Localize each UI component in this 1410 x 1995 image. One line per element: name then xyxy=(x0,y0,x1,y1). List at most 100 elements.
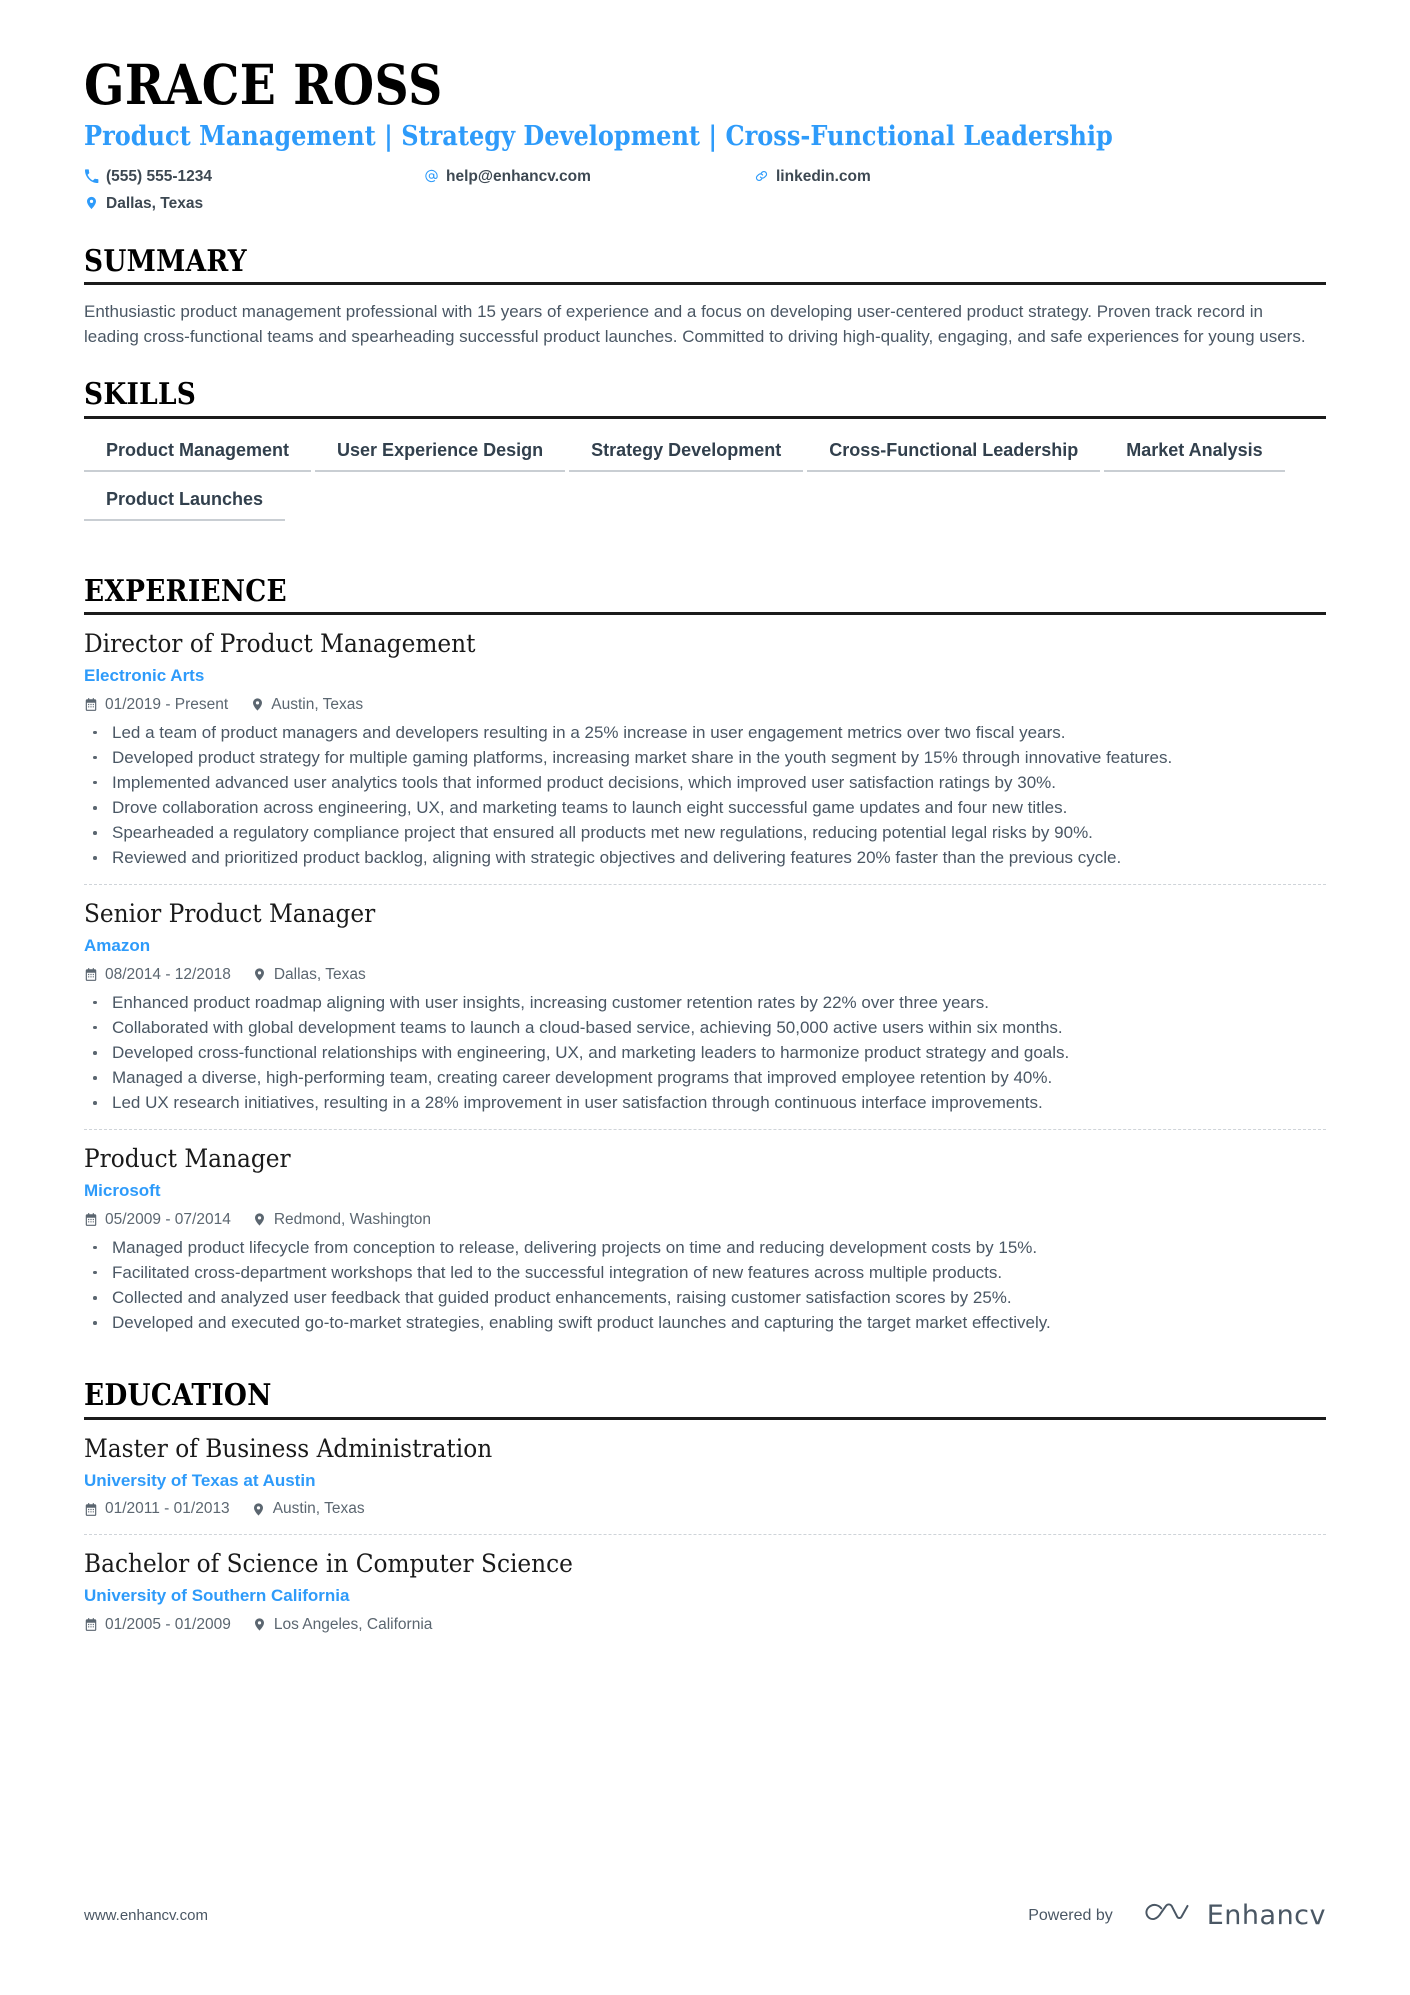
entry-meta: 08/2014 - 12/2018 Dallas, Texas xyxy=(84,966,1326,984)
contact-website-text: linkedin.com xyxy=(776,167,871,185)
powered-by-label: Powered by xyxy=(1028,1906,1113,1924)
skill-chip: Market Analysis xyxy=(1104,437,1285,472)
entry-location: Los Angeles, California xyxy=(253,1615,433,1634)
skill-chip: Cross-Functional Leadership xyxy=(807,437,1101,472)
summary-section-title: SUMMARY xyxy=(84,243,247,279)
skills-section-title: SKILLS xyxy=(84,377,197,413)
enhancv-brand: Enhancv xyxy=(1135,1898,1326,1933)
entry-location-text: Austin, Texas xyxy=(271,695,364,713)
school-name[interactable]: University of Texas at Austin xyxy=(84,1471,1326,1491)
calendar-icon xyxy=(84,1212,98,1227)
entry-meta: 01/2011 - 01/2013 Austin, Texas xyxy=(84,1500,1326,1518)
resume-page: GRACE ROSS Product Management | Strategy… xyxy=(0,0,1410,1995)
resume-header: GRACE ROSS Product Management | Strategy… xyxy=(84,56,1326,217)
contact-details: (555) 555-1234 help@enhancv.com linkedin… xyxy=(84,163,1326,217)
map-pin-icon xyxy=(250,697,264,712)
job-bullets: Enhanced product roadmap aligning with u… xyxy=(84,991,1326,1116)
job-title: Director of Product Management xyxy=(84,629,476,659)
skill-chip: Strategy Development xyxy=(569,437,804,472)
section-divider xyxy=(84,415,1326,419)
page-footer: www.enhancv.com Powered by Enhancv xyxy=(84,1898,1326,1933)
skill-chip: Product Management xyxy=(84,437,312,472)
job-bullet: Managed product lifecycle from conceptio… xyxy=(84,1236,1324,1260)
job-bullet: Drove collaboration across engineering, … xyxy=(84,796,1324,820)
phone-icon xyxy=(84,168,99,184)
job-bullet: Implemented advanced user analytics tool… xyxy=(84,771,1324,795)
experience-entry: Product Manager Microsoft 05/2009 - 07/201… xyxy=(84,1129,1326,1335)
calendar-icon xyxy=(84,967,98,982)
contact-row-secondary: Dallas, Texas xyxy=(84,190,1326,217)
calendar-icon xyxy=(84,1617,98,1632)
map-pin-icon xyxy=(253,967,267,982)
job-bullets: Led a team of product managers and devel… xyxy=(84,721,1326,871)
job-title: Senior Product Manager xyxy=(84,899,376,929)
education-entry: Master of Business Administration Univers… xyxy=(84,1420,1326,1518)
map-pin-icon xyxy=(253,1212,267,1227)
skill-chip: User Experience Design xyxy=(315,437,566,472)
enhancv-brand-name: Enhancv xyxy=(1206,1900,1326,1931)
map-pin-icon xyxy=(252,1502,266,1517)
entry-location: Austin, Texas xyxy=(252,1500,365,1518)
contact-website[interactable]: linkedin.com xyxy=(754,163,871,190)
education-entries: Master of Business Administration Univers… xyxy=(84,1420,1326,1634)
experience-entry: Director of Product Management Electronic… xyxy=(84,615,1326,870)
job-bullet: Reviewed and prioritized product backlog… xyxy=(84,846,1324,870)
entry-dates: 08/2014 - 12/2018 xyxy=(84,966,231,984)
entry-dates: 01/2011 - 01/2013 xyxy=(84,1500,230,1518)
experience-section: EXPERIENCE Director of Product Managemen… xyxy=(84,575,1326,1336)
company-name[interactable]: Electronic Arts xyxy=(84,666,1326,686)
contact-phone[interactable]: (555) 555-1234 xyxy=(84,163,424,190)
entry-location-text: Dallas, Texas xyxy=(273,965,366,983)
contact-email[interactable]: help@enhancv.com xyxy=(424,163,754,190)
company-name[interactable]: Microsoft xyxy=(84,1181,1326,1201)
experience-section-title: EXPERIENCE xyxy=(84,573,287,609)
job-bullet: Enhanced product roadmap aligning with u… xyxy=(84,991,1324,1015)
footer-url[interactable]: www.enhancv.com xyxy=(84,1907,208,1924)
job-bullet: Led a team of product managers and devel… xyxy=(84,721,1324,745)
job-bullet: Developed product strategy for multiple … xyxy=(84,746,1324,770)
entry-meta: 05/2009 - 07/2014 Redmond, Washington xyxy=(84,1211,1326,1229)
entry-dates-text: 01/2011 - 01/2013 xyxy=(105,1500,230,1518)
candidate-headline: Product Management | Strategy Developmen… xyxy=(84,120,1113,152)
job-bullet: Collected and analyzed user feedback tha… xyxy=(84,1286,1324,1310)
entry-location-text: Redmond, Washington xyxy=(273,1210,431,1228)
education-section-title: EDUCATION xyxy=(84,1378,272,1414)
summary-section: SUMMARY Enthusiastic product management … xyxy=(84,243,1326,351)
calendar-icon xyxy=(84,697,98,712)
job-title: Product Manager xyxy=(84,1144,291,1174)
map-pin-icon xyxy=(253,1617,267,1632)
experience-entry: Senior Product Manager Amazon 08/2014 - 12… xyxy=(84,884,1326,1115)
section-divider xyxy=(84,282,1326,286)
school-name[interactable]: University of Southern California xyxy=(84,1586,1326,1606)
job-bullet: Facilitated cross-department workshops t… xyxy=(84,1261,1324,1285)
entry-location: Dallas, Texas xyxy=(253,966,366,984)
job-bullet: Spearheaded a regulatory compliance proj… xyxy=(84,821,1324,845)
experience-entries: Director of Product Management Electronic… xyxy=(84,615,1326,1335)
job-bullet: Developed cross-functional relationships… xyxy=(84,1041,1324,1065)
map-pin-icon xyxy=(84,196,99,211)
enhancv-logo-icon xyxy=(1135,1898,1195,1933)
education-entry: Bachelor of Science in Computer Science U… xyxy=(84,1534,1326,1633)
job-bullet: Developed and executed go-to-market stra… xyxy=(84,1311,1324,1335)
entry-dates: 01/2019 - Present xyxy=(84,696,228,714)
job-bullet: Managed a diverse, high-performing team,… xyxy=(84,1066,1324,1090)
entry-meta: 01/2005 - 01/2009 Los Angeles, California xyxy=(84,1616,1326,1634)
education-section: EDUCATION Master of Business Administrat… xyxy=(84,1379,1326,1633)
entry-meta: 01/2019 - Present Austin, Texas xyxy=(84,696,1326,714)
entry-dates-text: 01/2005 - 01/2009 xyxy=(105,1615,231,1633)
degree-title: Bachelor of Science in Computer Science xyxy=(84,1549,573,1579)
contact-row-primary: (555) 555-1234 help@enhancv.com linkedin… xyxy=(84,163,1326,190)
skill-chip: Product Launches xyxy=(84,486,286,521)
job-bullet: Led UX research initiatives, resulting i… xyxy=(84,1091,1324,1115)
entry-dates: 01/2005 - 01/2009 xyxy=(84,1616,231,1634)
entry-location-text: Los Angeles, California xyxy=(273,1615,433,1633)
entry-dates-text: 01/2019 - Present xyxy=(105,695,229,713)
company-name[interactable]: Amazon xyxy=(84,936,1326,956)
at-sign-icon xyxy=(424,169,439,184)
link-icon xyxy=(754,169,769,184)
footer-branding: Powered by Enhancv xyxy=(1028,1898,1326,1933)
degree-title: Master of Business Administration xyxy=(84,1433,493,1463)
job-bullets: Managed product lifecycle from conceptio… xyxy=(84,1236,1326,1336)
contact-email-text: help@enhancv.com xyxy=(446,167,591,185)
entry-location: Austin, Texas xyxy=(250,696,363,714)
